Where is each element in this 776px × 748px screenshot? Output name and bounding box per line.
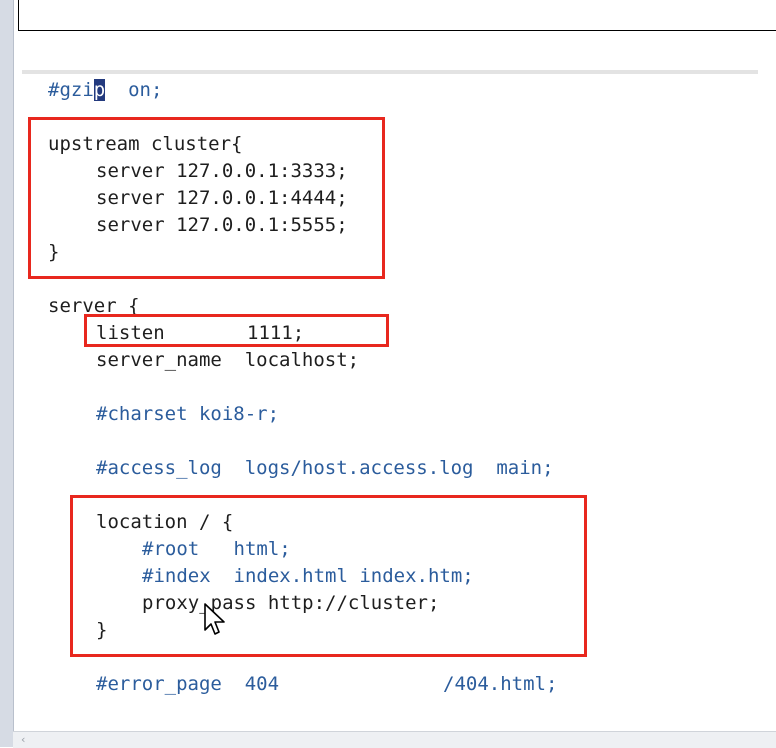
top-frame — [18, 0, 776, 31]
location-highlight-box — [70, 495, 587, 657]
scroll-left-icon[interactable]: ‹ — [21, 733, 25, 746]
code-line-charset: #charset koi8-r; — [96, 403, 280, 425]
mouse-pointer-icon — [204, 603, 225, 635]
horizontal-scrollbar[interactable]: ‹ — [13, 731, 776, 748]
code-line-server-name: server_name localhost; — [96, 349, 360, 371]
code-line-gzip: #gzip on; — [48, 78, 162, 102]
editor-left-gutter — [0, 0, 14, 747]
text-selection[interactable]: p — [93, 79, 106, 101]
code-line-error-page: #error_page 404 — [96, 673, 280, 695]
section-separator — [22, 70, 758, 74]
listen-highlight-box — [84, 314, 389, 347]
gzip-comment-end: on; — [105, 79, 163, 101]
code-line-access-log: #access_log logs/host.access.log main; — [96, 457, 554, 479]
code-line-error-page-path: /404.html; — [443, 673, 558, 695]
upstream-highlight-box — [28, 117, 385, 279]
gzip-comment-start: #gzi — [48, 79, 94, 101]
